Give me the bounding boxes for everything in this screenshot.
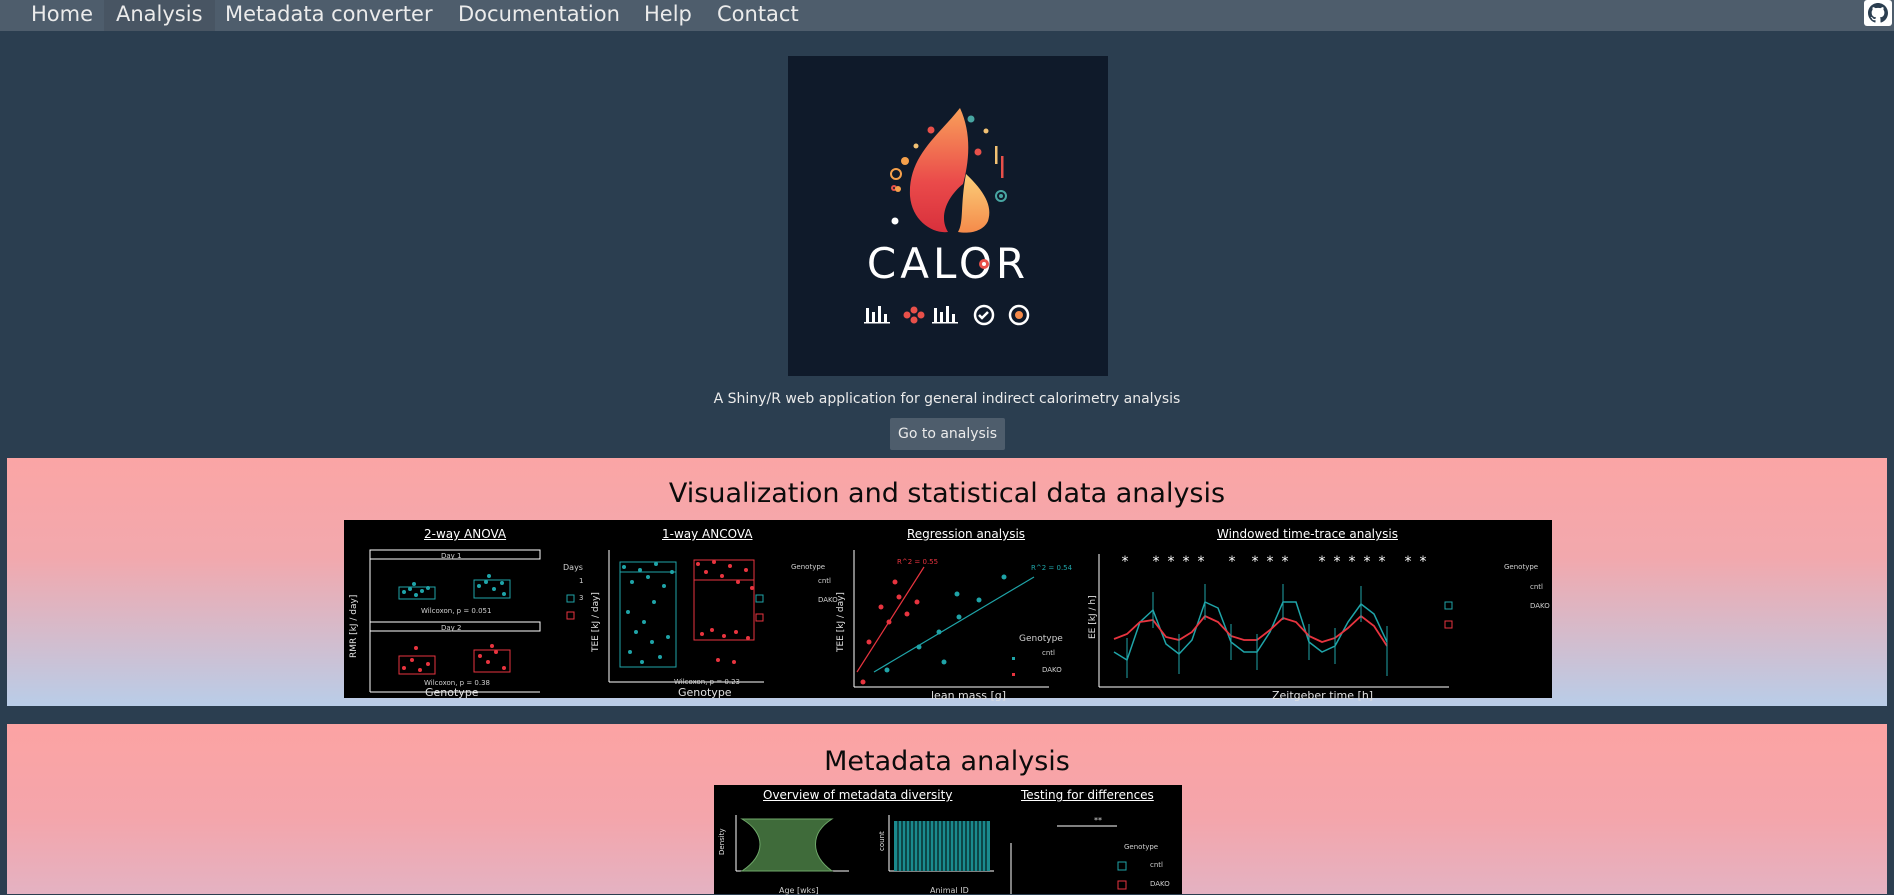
svg-text:*: * — [1349, 554, 1356, 570]
flame-logo-icon: CALOR — [864, 108, 1030, 326]
svg-text:*: * — [1334, 554, 1341, 570]
regression-r2-teal: R^2 = 0.54 — [1031, 564, 1073, 572]
visualization-panels: 2-way ANOVA Day 1 Day 2 Wilcoxon, p = 0.… — [344, 520, 1552, 702]
ancova-plot — [608, 550, 764, 683]
regression-ylabel: TEE [kJ / day] — [836, 592, 846, 652]
nav-metadata-converter[interactable]: Metadata converter — [213, 0, 445, 31]
app-tagline: A Shiny/R web application for general in… — [713, 391, 1181, 407]
anova-stat-1: Wilcoxon, p = 0.051 — [421, 607, 492, 615]
timetrace-legend-cntl: cntl — [1530, 583, 1543, 591]
metadata-panels: Overview of metadata diversity Testing f… — [714, 785, 1182, 895]
svg-text:CALOR: CALOR — [867, 239, 1029, 288]
section-title-metadata: Metadata analysis — [824, 746, 1070, 777]
svg-text:*: * — [1198, 554, 1205, 570]
panel-title-regression: Regression analysis — [907, 527, 1026, 541]
svg-text:*: * — [1252, 554, 1259, 570]
svg-text:*: * — [1319, 554, 1326, 570]
panel-title-diversity: Overview of metadata diversity — [763, 788, 953, 802]
diversity-ylabel-right: count — [878, 831, 886, 851]
timetrace-xlabel: Zeitgeber time [h] — [1272, 689, 1374, 702]
anova-facet-2: Day 2 — [441, 624, 462, 632]
go-to-analysis-button[interactable]: Go to analysis — [890, 418, 1005, 450]
svg-text:*: * — [1183, 554, 1190, 570]
anova-plot — [369, 549, 575, 693]
regression-legend-dako: DAKO — [1042, 666, 1062, 674]
diversity-ylabel-left: Density — [718, 828, 726, 855]
regression-r2-red: R^2 = 0.55 — [897, 558, 939, 566]
top-navbar: Home Analysis Metadata converter Documen… — [0, 0, 1894, 31]
regression-legend-title: Genotype — [1019, 634, 1063, 644]
testing-legend-title: Genotype — [1124, 843, 1159, 851]
ancova-xlabel: Genotype — [678, 686, 732, 699]
svg-text:*: * — [1229, 554, 1236, 570]
visualization-section: Visualization and statistical data analy… — [7, 458, 1887, 706]
ancova-stat: Wilcoxon, p = 0.23 — [674, 678, 741, 686]
panel-title-testing: Testing for differences — [1021, 788, 1154, 802]
metadata-section: Metadata analysis Overview of metadata d… — [7, 724, 1887, 895]
github-link[interactable] — [1864, 0, 1892, 26]
svg-text:*: * — [1405, 554, 1412, 570]
svg-text:*: * — [1153, 554, 1160, 570]
anova-facet-1: Day 1 — [441, 552, 462, 560]
nav-analysis[interactable]: Analysis — [104, 0, 215, 31]
svg-text:*: * — [1168, 554, 1175, 570]
nav-help[interactable]: Help — [632, 0, 704, 31]
anova-legend-title: Days — [563, 563, 583, 572]
svg-text:*: * — [1122, 554, 1129, 570]
panel-title-timetrace: Windowed time-trace analysis — [1217, 527, 1398, 541]
testing-significance: ** — [1094, 816, 1102, 825]
svg-text:*: * — [1420, 554, 1427, 570]
diversity-plot — [735, 815, 1012, 894]
anova-xlabel: Genotype — [425, 686, 479, 699]
regression-legend-cntl: cntl — [1042, 649, 1055, 657]
section-title-visualization: Visualization and statistical data analy… — [668, 478, 1226, 509]
ancova-legend-title: Genotype — [791, 563, 826, 571]
testing-legend-cntl: cntl — [1150, 861, 1163, 869]
svg-text:*: * — [1379, 554, 1386, 570]
nav-documentation[interactable]: Documentation — [446, 0, 632, 31]
anova-ylabel: RMR [kJ / day] — [349, 594, 359, 658]
timetrace-plot: * * * * * * * * * * * * * * * * — [1098, 554, 1453, 688]
nav-contact[interactable]: Contact — [705, 0, 811, 31]
svg-text:*: * — [1267, 554, 1274, 570]
ancova-ylabel: TEE [kJ / day] — [591, 592, 601, 652]
anova-legend-1: 1 — [579, 577, 584, 585]
calor-logo: CALOR — [788, 56, 1108, 376]
anova-legend-3: 3 — [579, 594, 584, 602]
testing-legend-dako: DAKO — [1150, 880, 1170, 888]
timetrace-ylabel: EE [kJ / h] — [1088, 595, 1098, 639]
svg-text:*: * — [1364, 554, 1371, 570]
panel-title-ancova: 1-way ANCOVA — [662, 527, 753, 541]
github-icon — [1868, 3, 1888, 23]
svg-text:*: * — [1282, 554, 1289, 570]
nav-home[interactable]: Home — [19, 0, 105, 31]
regression-xlabel: lean mass [g] — [931, 689, 1007, 702]
timetrace-legend-dako: DAKO — [1530, 602, 1550, 610]
panel-title-anova: 2-way ANOVA — [424, 527, 507, 541]
timetrace-legend-title: Genotype — [1504, 563, 1539, 571]
